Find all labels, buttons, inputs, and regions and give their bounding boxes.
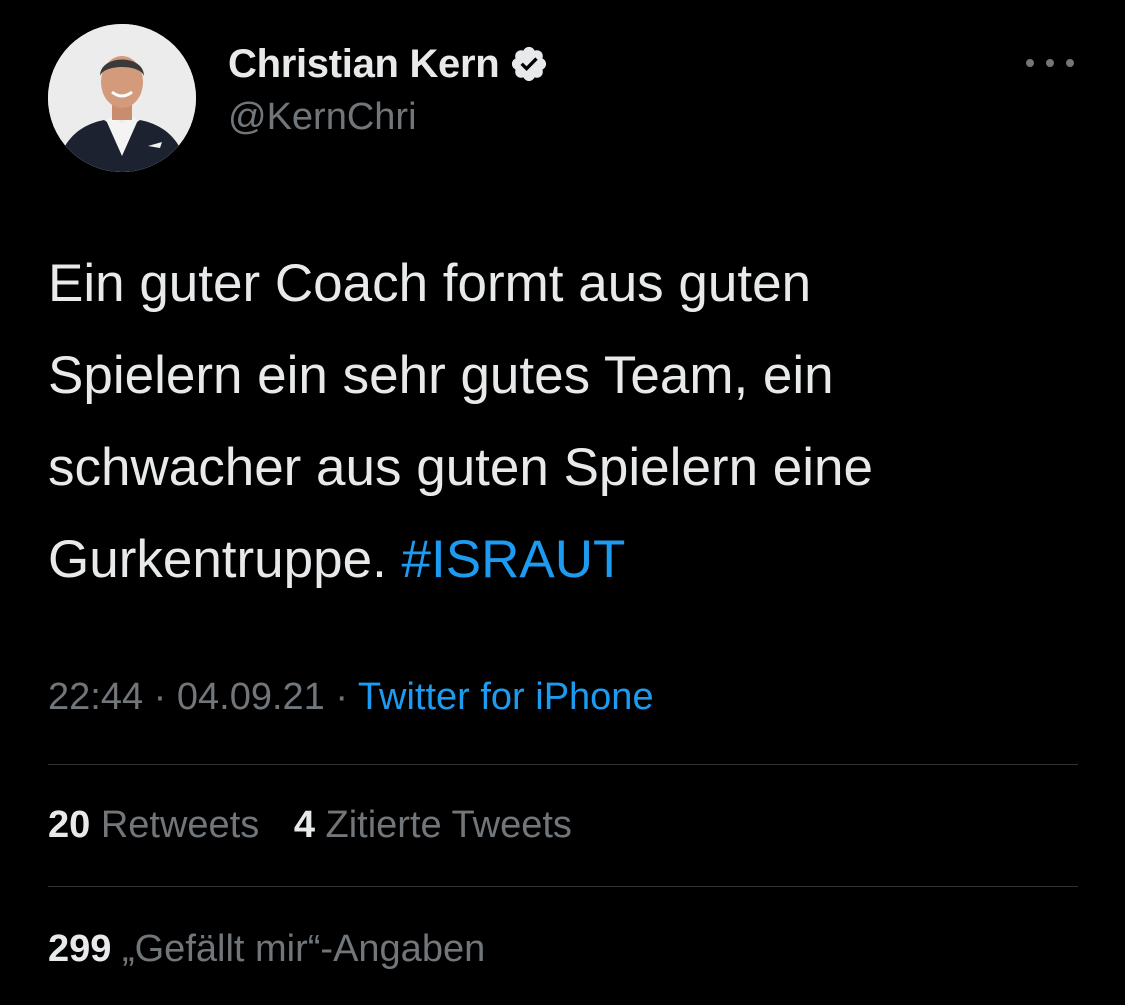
author-handle[interactable]: @KernChri [228,96,417,139]
tweet-time: 22:44 [48,676,144,718]
tweet-meta: 22:44 · 04.09.21 · Twitter for iPhone [48,676,654,719]
more-dot [1026,59,1034,67]
divider [48,886,1078,887]
more-dot [1046,59,1054,67]
tweet-text-line: schwacher aus guten Spielern eine [48,438,873,497]
retweets-label: Retweets [100,804,260,846]
tweet-text: Ein guter Coach formt aus guten Spielern… [48,238,1088,606]
likes-stats-row: 299 „Gefällt mir“-Angaben [48,928,509,971]
likes-stat[interactable]: 299 „Gefällt mir“-Angaben [48,928,485,970]
avatar[interactable] [48,24,196,172]
quotes-label: Zitierte Tweets [325,804,572,846]
author-display-name[interactable]: Christian Kern [228,42,500,87]
retweet-stats-row: 20 Retweets 4 Zitierte Tweets [48,804,596,847]
meta-separator: · [153,676,167,718]
retweets-count: 20 [48,804,91,846]
quotes-count: 4 [293,804,315,846]
more-dot [1066,59,1074,67]
quote-tweets-stat[interactable]: 4 Zitierte Tweets [294,804,572,846]
tweet-text-last-line: Gurkentruppe. #ISRAUT [48,514,1088,606]
likes-count: 299 [48,928,112,970]
tweet-date: 04.09.21 [176,676,325,718]
more-options-icon[interactable] [1026,50,1074,76]
tweet-text-line: Spielern ein sehr gutes Team, ein [48,346,834,405]
tweet-text-line: Ein guter Coach formt aus guten [48,254,812,313]
meta-separator: · [335,676,349,718]
divider [48,764,1078,765]
profile-photo-icon [48,24,196,172]
tweet-source-link[interactable]: Twitter for iPhone [358,676,654,718]
author-name-row: Christian Kern [228,38,549,90]
tweet-text-line: Gurkentruppe. [48,530,387,589]
hashtag-link[interactable]: #ISRAUT [402,530,626,589]
likes-label: „Gefällt mir“-Angaben [121,928,486,970]
retweets-stat[interactable]: 20 Retweets [48,804,259,846]
verified-badge-icon [509,44,549,84]
